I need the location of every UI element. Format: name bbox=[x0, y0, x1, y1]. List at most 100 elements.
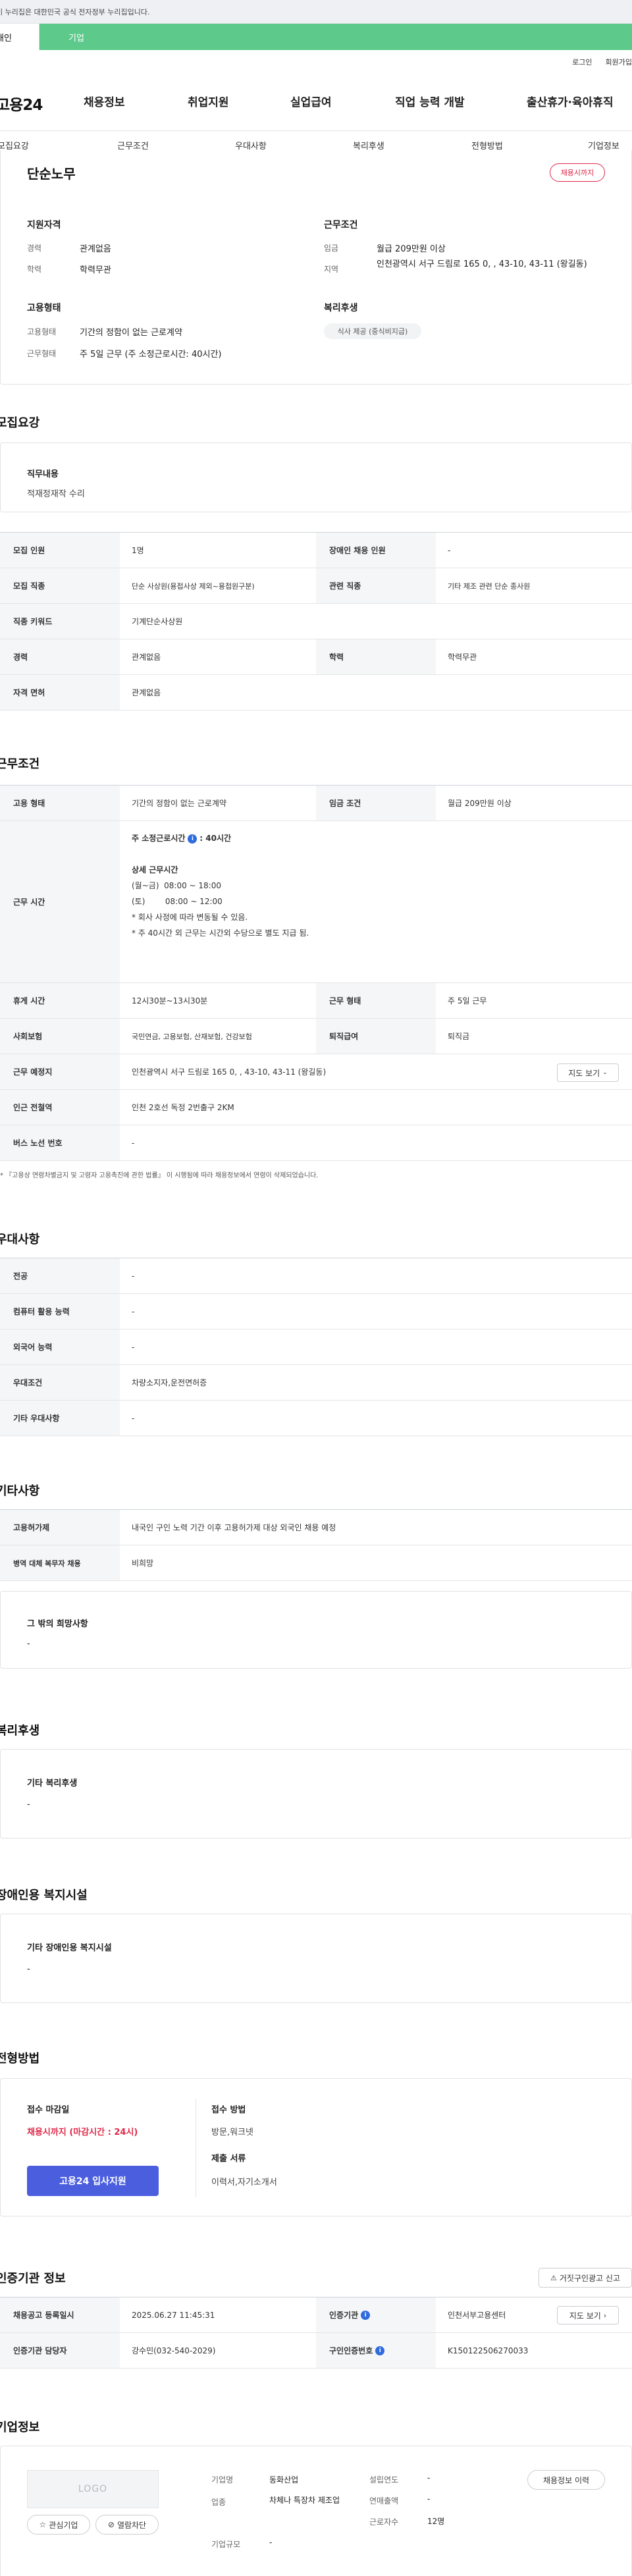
cell-value: 인천 2호선 독정 2번출구 2KM bbox=[132, 1103, 234, 1112]
cell-header: 고용허가제 bbox=[0, 1510, 120, 1545]
nav-item-unemployment-benefit[interactable]: 실업급여 bbox=[290, 93, 332, 109]
cell-header: 기타 우대사항 bbox=[0, 1401, 120, 1436]
apply-button[interactable]: 고용24 입사지원 bbox=[27, 2166, 159, 2196]
nav-item-parental-leave[interactable]: 출산휴가·육아휴직 bbox=[527, 93, 614, 109]
cell-value: - bbox=[132, 1342, 135, 1352]
tab-person[interactable]: 개인 bbox=[0, 24, 40, 50]
interest-company-button[interactable]: ☆ 관심기업 bbox=[27, 2515, 90, 2535]
company-name-value: 동화산업 bbox=[269, 2475, 299, 2484]
chevron-down-icon: ⌄ bbox=[602, 1069, 608, 1076]
cell-header: 구인인증번호 i bbox=[316, 2333, 436, 2368]
cert-no-header-label: 구인인증번호 bbox=[329, 2346, 373, 2355]
cell-header: 모집 직종 bbox=[0, 568, 120, 603]
table-row: 사회보험 국민연금, 고용보험, 산재보험, 건강보험 퇴직급여 퇴직금 bbox=[0, 1019, 632, 1054]
tab-corp[interactable]: 기업 bbox=[40, 24, 632, 50]
cell-value: 기간의 정함이 없는 근로계약 bbox=[132, 799, 226, 808]
company-size-value: - bbox=[269, 2538, 273, 2547]
cell-header: 직종 키워드 bbox=[0, 604, 120, 639]
emp-title: 고용형태 bbox=[27, 303, 61, 313]
cell-header: 근무 형태 bbox=[316, 983, 436, 1018]
welfare-section-title: 복리후생 bbox=[0, 1724, 40, 1738]
report-fake-ad-button[interactable]: ⚠ 거짓구인광고 신고 bbox=[539, 2268, 632, 2288]
edu-value: 학력무관 bbox=[80, 265, 111, 275]
company-employees-label: 근로자수 bbox=[369, 2517, 399, 2527]
age-notice: * 『고용상 연령차별금지 및 고령자 고용촉진에 관한 법률』 이 시행됨에 … bbox=[0, 1172, 319, 1179]
docs-value: 이력서,자기소개서 bbox=[211, 2178, 277, 2187]
welfare-box-title: 기타 복리후생 bbox=[27, 1779, 78, 1788]
career-value: 관계없음 bbox=[80, 244, 111, 254]
info-icon[interactable]: i bbox=[361, 2310, 371, 2320]
cell-header: 컴퓨터 활용 능력 bbox=[0, 1294, 120, 1329]
company-sales-label: 연매출액 bbox=[369, 2496, 399, 2506]
cell-value: 비희망 bbox=[132, 1559, 154, 1568]
job-title: 단순노무 bbox=[27, 166, 76, 182]
map-view-button[interactable]: 지도 보기 ⌄ bbox=[557, 1063, 619, 1082]
block-view-button[interactable]: ⊘ 열람차단 bbox=[95, 2515, 159, 2535]
table-row: 전공 - bbox=[0, 1258, 632, 1294]
star-icon: ☆ bbox=[39, 2520, 47, 2529]
cell-header: 퇴직급여 bbox=[316, 1019, 436, 1054]
welfare-chip: 식사 제공 (중식비지급) bbox=[324, 323, 421, 339]
cell-header: 외국어 능력 bbox=[0, 1329, 120, 1364]
cell-value: 인천서부고용센터 bbox=[448, 2311, 506, 2320]
info-icon[interactable]: i bbox=[375, 2346, 385, 2355]
cell-value: 관계없음 bbox=[132, 653, 161, 662]
login-link[interactable]: 로그인 bbox=[572, 57, 592, 67]
agency-map-button[interactable]: 지도 보기 › bbox=[557, 2306, 619, 2324]
table-row: 우대조건 차량소지자,운전면허증 bbox=[0, 1365, 632, 1401]
cell-value: 1명 bbox=[132, 546, 144, 555]
cell-header: 근무 예정지 bbox=[0, 1054, 120, 1089]
company-logo-text: LOGO bbox=[78, 2484, 108, 2494]
table-row: 고용허가제 내국인 구인 노력 기간 이후 고용허가제 대상 외국인 채용 예정 bbox=[0, 1510, 632, 1545]
cell-value: - bbox=[448, 545, 451, 555]
cell-value: - bbox=[132, 1413, 135, 1423]
selection-box: 접수 마감일 채용시까지 (마감시간 : 24시) 고용24 입사지원 접수 방… bbox=[0, 2078, 632, 2216]
disabled-box-title: 기타 장애인용 복지시설 bbox=[27, 1943, 112, 1953]
cell-value: 강수민(032-540-2029) bbox=[132, 2346, 216, 2355]
region-label: 지역 bbox=[324, 265, 339, 274]
cell-value: 인천광역시 서구 드림로 165 0, , 43-10, 43-11 (왕길동) bbox=[132, 1067, 327, 1077]
table-row: 버스 노선 번호 - bbox=[0, 1125, 632, 1161]
table-row: 인증기관 담당자 강수민(032-540-2029) 구인인증번호 i K1501… bbox=[0, 2333, 632, 2369]
table-row: 병역 대체 복무자 채용 비희망 bbox=[0, 1545, 632, 1581]
cell-header: 고용 형태 bbox=[0, 786, 120, 820]
conditions-section-title: 근무조건 bbox=[0, 757, 40, 771]
cell-value: - bbox=[132, 1138, 135, 1148]
company-founded-value: - bbox=[427, 2473, 431, 2482]
company-employees-value: 12명 bbox=[427, 2517, 445, 2526]
util-menu: 로그인 회원가입 bbox=[572, 57, 632, 67]
table-row: 모집 인원 1명 장애인 채용 인원 - bbox=[0, 533, 632, 568]
cell-header: 전공 bbox=[0, 1258, 120, 1293]
cell-header: 학력 bbox=[316, 639, 436, 674]
nav-item-vocational-training[interactable]: 직업 능력 개발 bbox=[395, 93, 465, 109]
disabled-box-value: - bbox=[27, 1964, 30, 1974]
table-row: 채용공고 등록일시 2025.06.27 11:45:31 인증기관 i 인천서부… bbox=[0, 2297, 632, 2333]
cell-value: 내국인 구인 노력 기간 이후 고용허가제 대상 외국인 채용 예정 bbox=[132, 1523, 336, 1532]
block-icon: ⊘ bbox=[107, 2520, 115, 2529]
hours-line: (토) 08:00 ~ 12:00 bbox=[132, 897, 223, 906]
join-link[interactable]: 회원가입 bbox=[606, 57, 632, 67]
cell-value: 단순 사상원(용접사상 제외~용접원구분) bbox=[132, 581, 255, 591]
cell-header: 모집 인원 bbox=[0, 533, 120, 568]
cell-value: - bbox=[132, 1271, 135, 1281]
table-row: 외국어 능력 - bbox=[0, 1329, 632, 1365]
recruit-section-title: 모집요강 bbox=[0, 416, 40, 430]
cell-header: 인근 전철역 bbox=[0, 1090, 120, 1125]
cell-header: 휴게 시간 bbox=[0, 983, 120, 1018]
nav-item-employment-support[interactable]: 취업지원 bbox=[188, 93, 229, 109]
disabled-box: 기타 장애인용 복지시설 - bbox=[0, 1914, 632, 2003]
nav-item-jobs[interactable]: 채용정보 bbox=[84, 93, 125, 109]
table-row: 컴퓨터 활용 능력 - bbox=[0, 1294, 632, 1329]
company-industry-value: 차체나 특장차 제조업 bbox=[269, 2496, 340, 2505]
company-box: LOGO ☆ 관심기업 ⊘ 열람차단 기업명 동화산업 업종 차체나 특장차 제조업… bbox=[0, 2446, 632, 2576]
hiring-history-button[interactable]: 채용정보 이력 bbox=[527, 2470, 605, 2490]
info-icon[interactable]: i bbox=[188, 834, 198, 844]
cell-value: 2025.06.27 11:45:31 bbox=[132, 2310, 215, 2320]
cell-value: 월급 209만원 이상 bbox=[448, 799, 512, 808]
table-row: 인근 전철역 인천 2호선 독정 2번출구 2KM bbox=[0, 1090, 632, 1125]
cell-header: 장애인 채용 인원 bbox=[316, 533, 436, 568]
cell-header: 병역 대체 복무자 채용 bbox=[0, 1545, 120, 1580]
wage-label: 임금 bbox=[324, 244, 339, 253]
cell-value: 기계단순사상원 bbox=[132, 617, 183, 626]
hours-detail-title: 상세 근무시간 bbox=[132, 865, 178, 874]
